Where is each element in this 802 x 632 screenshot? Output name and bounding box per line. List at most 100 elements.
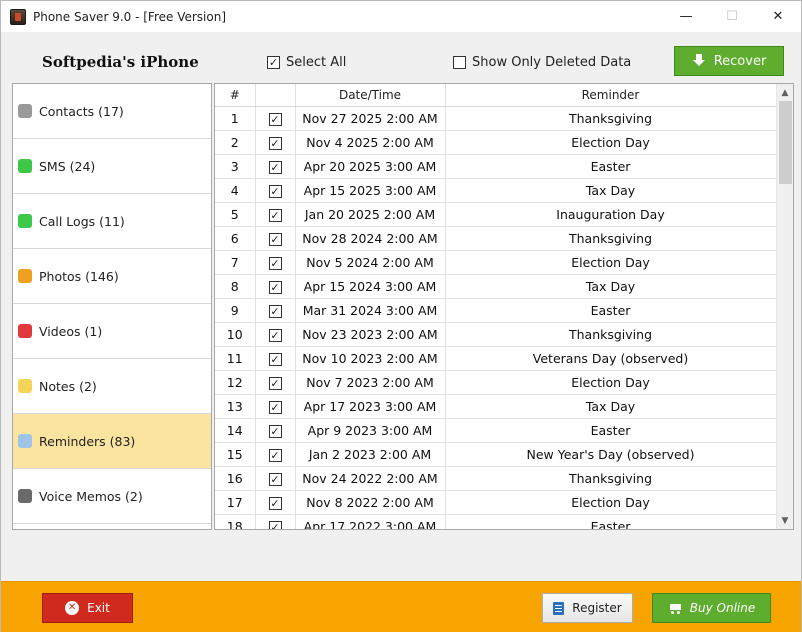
table-row[interactable]: 6 ✓ Nov 28 2024 2:00 AM Thanksgiving: [215, 226, 777, 251]
row-checkbox[interactable]: ✓: [268, 448, 282, 462]
row-number: 14: [215, 418, 256, 443]
buy-online-button[interactable]: Buy Online: [652, 593, 771, 623]
row-number: 5: [215, 202, 256, 227]
row-checkbox[interactable]: ✓: [268, 496, 282, 510]
row-datetime: Apr 15 2025 3:00 AM: [295, 178, 446, 203]
row-select-cell: ✓: [255, 298, 296, 323]
row-select-cell: ✓: [255, 490, 296, 515]
row-checkbox[interactable]: ✓: [268, 112, 282, 126]
table-row[interactable]: 15 ✓ Jan 2 2023 2:00 AM New Year's Day (obs…: [215, 442, 777, 467]
recover-button[interactable]: Recover: [674, 46, 784, 76]
table-row[interactable]: 12 ✓ Nov 7 2023 2:00 AM Election Day: [215, 370, 777, 395]
row-checkbox[interactable]: ✓: [268, 280, 282, 294]
table-row[interactable]: 4 ✓ Apr 15 2025 3:00 AM Tax Day: [215, 178, 777, 203]
row-datetime: Apr 15 2024 3:00 AM: [295, 274, 446, 299]
row-select-cell: ✓: [255, 346, 296, 371]
phone-icon: [18, 214, 32, 228]
table-row[interactable]: 9 ✓ Mar 31 2024 3:00 AM Easter: [215, 298, 777, 323]
row-datetime: Nov 5 2024 2:00 AM: [295, 250, 446, 275]
row-select-cell: ✓: [255, 202, 296, 227]
sidebar-item[interactable]: Voice Memos (2): [13, 469, 211, 524]
minimize-button[interactable]: —: [663, 1, 709, 32]
row-checkbox[interactable]: ✓: [268, 304, 282, 318]
sidebar-item[interactable]: Call Logs (11): [13, 194, 211, 249]
register-button[interactable]: Register: [542, 593, 633, 623]
maximize-button[interactable]: ☐: [709, 1, 755, 32]
sidebar-item[interactable]: Videos (1): [13, 304, 211, 359]
exit-button[interactable]: ✕ Exit: [42, 593, 133, 623]
table-row[interactable]: 3 ✓ Apr 20 2025 3:00 AM Easter: [215, 154, 777, 179]
table-row[interactable]: 16 ✓ Nov 24 2022 2:00 AM Thanksgiving: [215, 466, 777, 491]
register-label: Register: [572, 601, 622, 615]
column-header-number[interactable]: #: [215, 84, 256, 107]
row-number: 17: [215, 490, 256, 515]
close-button[interactable]: ✕: [755, 1, 801, 32]
row-checkbox[interactable]: ✓: [268, 400, 282, 414]
device-name: Softpedia's iPhone: [42, 53, 199, 71]
row-reminder: Tax Day: [445, 394, 777, 419]
row-checkbox[interactable]: ✓: [268, 184, 282, 198]
row-select-cell: ✓: [255, 322, 296, 347]
category-sidebar: Contacts (17) SMS (24) Call Logs (11) Photo…: [12, 83, 212, 530]
toolbar: Softpedia's iPhone ✓ Select All Show Onl…: [1, 32, 801, 82]
notes-icon: [18, 379, 32, 393]
row-checkbox[interactable]: ✓: [268, 256, 282, 270]
row-checkbox[interactable]: ✓: [268, 472, 282, 486]
table-row[interactable]: 11 ✓ Nov 10 2023 2:00 AM Veterans Day (obse…: [215, 346, 777, 371]
table-row[interactable]: 18 ✓ Apr 17 2022 3:00 AM Easter: [215, 514, 777, 529]
sidebar-item[interactable]: Notes (2): [13, 359, 211, 414]
table-row[interactable]: 8 ✓ Apr 15 2024 3:00 AM Tax Day: [215, 274, 777, 299]
column-header-check[interactable]: [255, 84, 296, 107]
row-number: 12: [215, 370, 256, 395]
row-reminder: Easter: [445, 298, 777, 323]
row-checkbox[interactable]: ✓: [268, 352, 282, 366]
row-checkbox[interactable]: ✓: [268, 208, 282, 222]
row-select-cell: ✓: [255, 106, 296, 131]
select-all-checkbox[interactable]: ✓ Select All: [267, 55, 346, 70]
app-icon: [10, 8, 26, 25]
row-checkbox[interactable]: ✓: [268, 376, 282, 390]
table-row[interactable]: 5 ✓ Jan 20 2025 2:00 AM Inauguration Day: [215, 202, 777, 227]
sidebar-item-label: Videos (1): [39, 323, 103, 339]
sidebar-item[interactable]: Photos (146): [13, 249, 211, 304]
reminders-table: # Date/Time Reminder 1 ✓ Nov 27 2025 2:00 …: [214, 83, 794, 530]
row-checkbox[interactable]: ✓: [268, 232, 282, 246]
sidebar-item-label: Reminders (83): [39, 433, 136, 449]
row-datetime: Jan 2 2023 2:00 AM: [295, 442, 446, 467]
sidebar-item-label: Notes (2): [39, 378, 97, 394]
row-checkbox[interactable]: ✓: [268, 328, 282, 342]
row-reminder: Veterans Day (observed): [445, 346, 777, 371]
sidebar-item[interactable]: Reminders (83): [13, 414, 211, 469]
scroll-down-icon[interactable]: ▼: [777, 512, 793, 529]
exit-label: Exit: [87, 601, 110, 615]
scroll-up-icon[interactable]: ▲: [777, 84, 793, 101]
row-checkbox[interactable]: ✓: [268, 160, 282, 174]
table-row[interactable]: 1 ✓ Nov 27 2025 2:00 AM Thanksgiving: [215, 106, 777, 131]
voice-memo-icon: [18, 489, 32, 503]
column-header-reminder[interactable]: Reminder: [445, 84, 777, 107]
row-number: 2: [215, 130, 256, 155]
table-row[interactable]: 14 ✓ Apr 9 2023 3:00 AM Easter: [215, 418, 777, 443]
row-datetime: Nov 7 2023 2:00 AM: [295, 370, 446, 395]
row-reminder: Thanksgiving: [445, 466, 777, 491]
table-row[interactable]: 17 ✓ Nov 8 2022 2:00 AM Election Day: [215, 490, 777, 515]
column-header-datetime[interactable]: Date/Time: [295, 84, 446, 107]
table-row[interactable]: 7 ✓ Nov 5 2024 2:00 AM Election Day: [215, 250, 777, 275]
checkbox-icon[interactable]: ✓: [267, 56, 280, 69]
buy-online-label: Buy Online: [689, 601, 756, 615]
checkbox-icon[interactable]: [453, 56, 466, 69]
table-row[interactable]: 2 ✓ Nov 4 2025 2:00 AM Election Day: [215, 130, 777, 155]
vertical-scrollbar[interactable]: ▲ ▼: [776, 84, 793, 529]
row-reminder: Tax Day: [445, 178, 777, 203]
scroll-thumb[interactable]: [779, 101, 792, 184]
row-datetime: Nov 8 2022 2:00 AM: [295, 490, 446, 515]
sidebar-item[interactable]: SMS (24): [13, 139, 211, 194]
row-checkbox[interactable]: ✓: [268, 520, 282, 529]
table-row[interactable]: 10 ✓ Nov 23 2023 2:00 AM Thanksgiving: [215, 322, 777, 347]
row-checkbox[interactable]: ✓: [268, 136, 282, 150]
recover-label: Recover: [713, 53, 767, 69]
sidebar-item[interactable]: Contacts (17): [13, 84, 211, 139]
show-deleted-checkbox[interactable]: Show Only Deleted Data: [453, 55, 631, 70]
table-row[interactable]: 13 ✓ Apr 17 2023 3:00 AM Tax Day: [215, 394, 777, 419]
row-checkbox[interactable]: ✓: [268, 424, 282, 438]
